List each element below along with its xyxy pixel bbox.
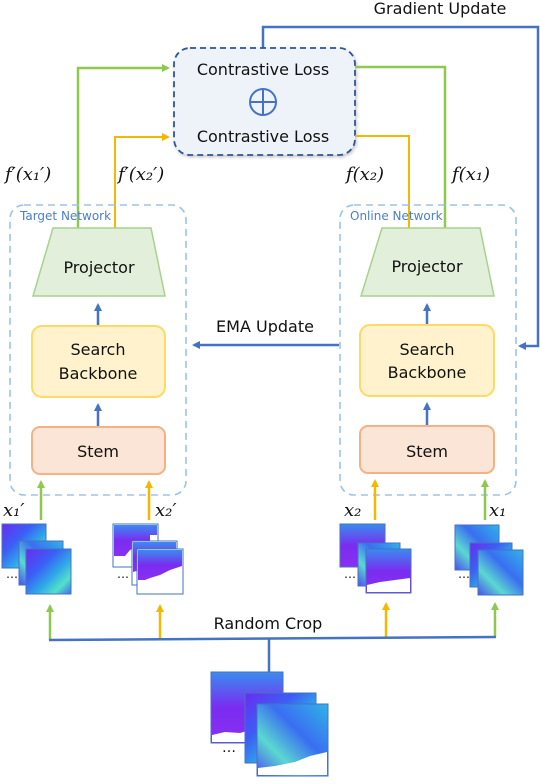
ellipsis: … bbox=[6, 567, 18, 581]
contrastive-loss-top: Contrastive Loss bbox=[197, 60, 329, 79]
heatmap-stack-x2-prime: … bbox=[112, 523, 184, 595]
online-input-2-label: x₁ bbox=[489, 500, 506, 521]
target-backbone-label-1: Search bbox=[71, 340, 126, 359]
ellipsis: … bbox=[344, 567, 356, 581]
online-network-title: Online Network bbox=[350, 209, 443, 223]
circled-plus-icon bbox=[249, 88, 277, 116]
target-search-backbone: Search Backbone bbox=[31, 325, 166, 398]
online-stem: Stem bbox=[359, 425, 495, 474]
architecture-diagram: Gradient Update Contrastive Loss Contras… bbox=[1, 0, 540, 777]
online-stem-label: Stem bbox=[406, 442, 448, 461]
ellipsis: … bbox=[117, 567, 129, 581]
target-stem: Stem bbox=[31, 426, 166, 475]
loss-box: Contrastive Loss Contrastive Loss bbox=[173, 47, 356, 156]
heatmap-stack-x2: … bbox=[339, 523, 412, 594]
ellipsis: … bbox=[222, 740, 236, 756]
target-stem-label: Stem bbox=[77, 442, 119, 461]
online-backbone-label-1: Search bbox=[400, 340, 455, 359]
ema-update-label: EMA Update bbox=[216, 317, 314, 336]
random-crop-label: Random Crop bbox=[214, 614, 323, 633]
target-input-2-label: x₂′ bbox=[155, 500, 176, 521]
online-projector: Projector bbox=[359, 227, 495, 297]
online-backbone-label-2: Backbone bbox=[388, 363, 467, 382]
heatmap-stack-x1: … bbox=[454, 524, 524, 596]
contrastive-loss-bottom: Contrastive Loss bbox=[197, 127, 329, 146]
online-projector-label: Projector bbox=[391, 257, 463, 276]
gradient-update-label: Gradient Update bbox=[374, 0, 507, 18]
target-output-1-label: f′(x₁′) bbox=[3, 164, 51, 185]
random-crop-line bbox=[48, 635, 497, 642]
target-projector: Projector bbox=[31, 227, 166, 297]
online-search-backbone: Search Backbone bbox=[359, 324, 495, 397]
target-green-output-line bbox=[76, 64, 170, 228]
heatmap-stack-source: … bbox=[210, 671, 329, 777]
target-network-title: Target Network bbox=[19, 209, 111, 223]
ellipsis: … bbox=[458, 567, 470, 581]
target-backbone-label-2: Backbone bbox=[59, 364, 138, 383]
target-input-1-label: x₁′ bbox=[3, 500, 24, 521]
target-output-2-label: f′(x₂′) bbox=[116, 164, 164, 185]
online-green-output-line bbox=[355, 65, 447, 228]
target-projector-label: Projector bbox=[63, 258, 135, 277]
online-output-2-label: f(x₁) bbox=[450, 164, 490, 185]
online-input-1-label: x₂ bbox=[344, 500, 361, 521]
online-output-1-label: f(x₂) bbox=[344, 164, 384, 185]
target-network: Target Network Projector Search Backbone… bbox=[9, 204, 187, 496]
online-network: Online Network Projector Search Backbone… bbox=[339, 204, 517, 496]
heatmap-stack-x1-prime: … bbox=[1, 523, 72, 595]
